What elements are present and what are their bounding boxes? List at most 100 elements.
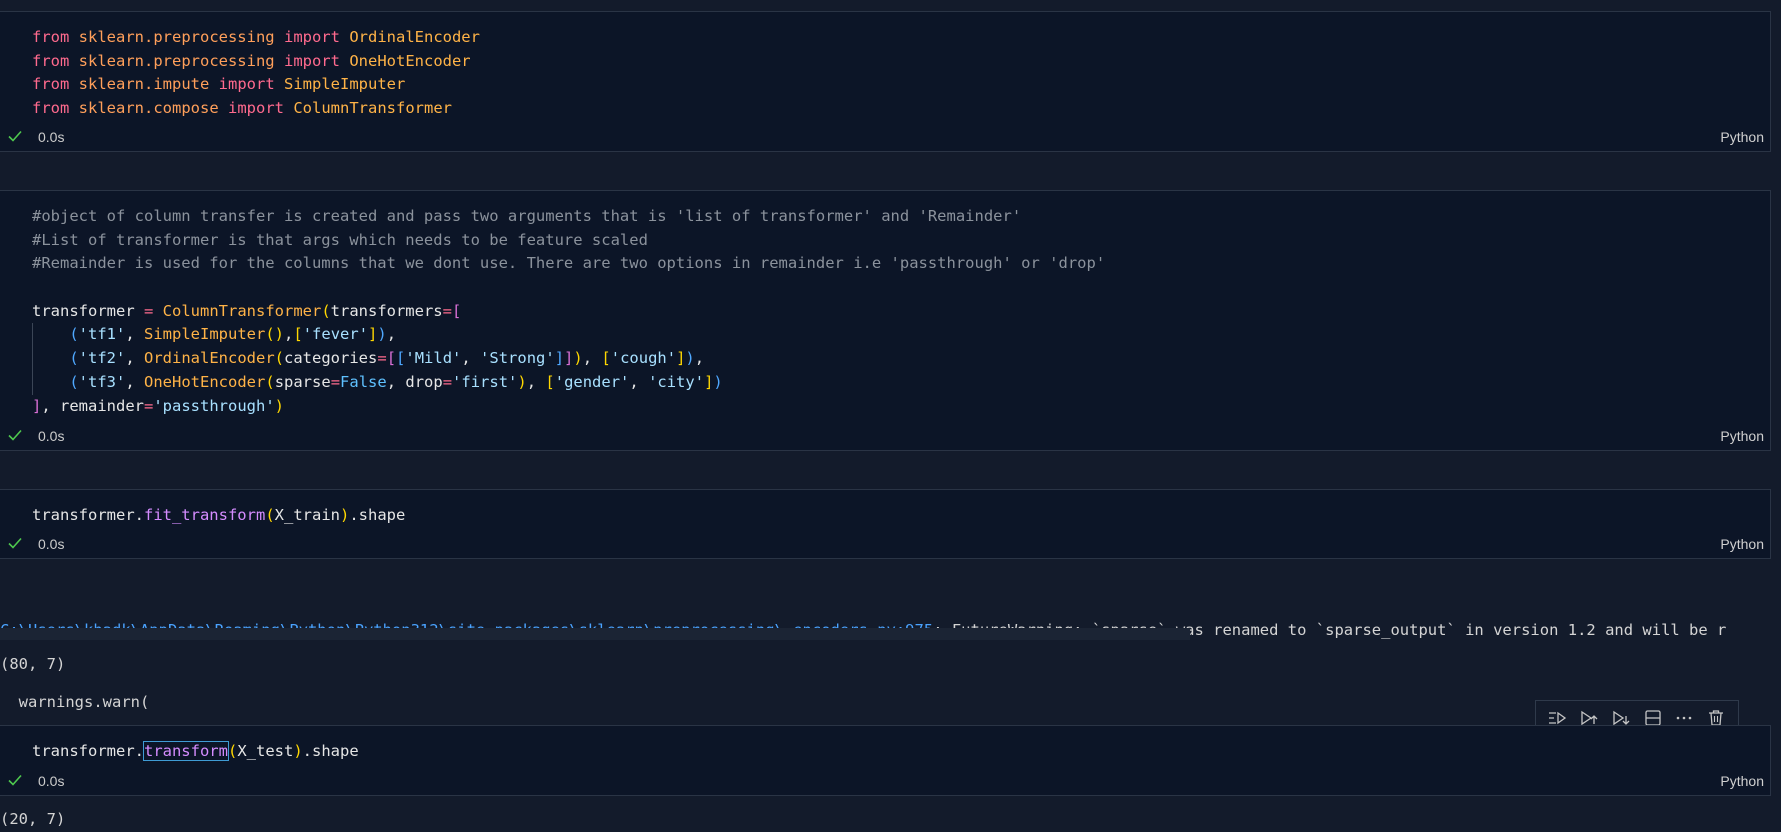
code-token: , remainder xyxy=(41,396,144,415)
code-token: transformers xyxy=(330,301,443,320)
code-token: = xyxy=(442,372,453,391)
code-token: [ xyxy=(396,349,406,368)
language-label[interactable]: Python xyxy=(1720,129,1764,145)
code-token: ( xyxy=(265,372,275,391)
execution-time: 0.0s xyxy=(38,773,65,789)
code-token: ] xyxy=(564,349,574,368)
code-cell-3[interactable]: transformer.fit_transform(X_train).shape… xyxy=(0,489,1771,559)
indent-guide xyxy=(32,347,33,371)
code-token: ) xyxy=(573,349,583,368)
code-token: ] xyxy=(32,396,42,415)
code-token: , xyxy=(125,372,145,391)
code-token: ] xyxy=(704,372,714,391)
code-token: [ xyxy=(451,301,462,320)
code-line[interactable] xyxy=(32,276,1770,300)
code-line[interactable]: from sklearn.compose import ColumnTransf… xyxy=(32,97,1770,121)
code-token: = xyxy=(143,301,154,320)
code-token: ] xyxy=(368,325,378,344)
code-token: ) xyxy=(377,325,387,344)
cell-status-bar: 0.0s Python xyxy=(0,422,1770,450)
code-line[interactable]: transformer.fit_transform(X_train).shape xyxy=(32,504,1770,528)
code-token: fit_transform xyxy=(143,506,266,524)
code-line[interactable]: #Remainder is used for the columns that … xyxy=(32,252,1770,276)
code-token: 'cough' xyxy=(610,349,677,368)
code-token: .shape xyxy=(349,506,406,524)
code-line[interactable]: ('tf1', SimpleImputer(),['fever']), xyxy=(32,323,1770,348)
code-line[interactable]: ('tf3', OneHotEncoder(sparse=False, drop… xyxy=(32,370,1770,395)
code-token: categories xyxy=(284,349,378,368)
execution-time: 0.0s xyxy=(38,428,65,444)
code-cell-2[interactable]: #object of column transfer is created an… xyxy=(0,190,1771,451)
code-token: SimpleImputer xyxy=(144,325,266,344)
cell-editor[interactable]: transformer.transform(X_test).shape xyxy=(0,740,1770,764)
code-token: ] xyxy=(554,349,565,368)
code-token: , xyxy=(526,372,546,391)
code-token: 'tf1' xyxy=(78,325,126,344)
code-token: 'city' xyxy=(648,372,705,391)
code-line[interactable]: transformer = ColumnTransformer(transfor… xyxy=(32,300,1770,324)
code-line[interactable]: ], remainder='passthrough') xyxy=(32,395,1770,419)
indent-guide xyxy=(32,370,33,395)
code-token: = xyxy=(442,301,452,320)
language-label[interactable]: Python xyxy=(1720,536,1764,552)
code-line[interactable]: from sklearn.preprocessing import Ordina… xyxy=(32,26,1770,50)
output-horizontal-scrollbar[interactable] xyxy=(0,628,1190,640)
code-line[interactable]: transformer.transform(X_test).shape xyxy=(32,740,1770,764)
code-token: , xyxy=(125,325,145,344)
code-token: OneHotEncoder xyxy=(144,372,266,391)
code-token: sparse xyxy=(274,372,331,391)
code-line[interactable]: #List of transformer is that args which … xyxy=(32,229,1770,253)
code-token: , xyxy=(694,349,705,368)
code-token: , xyxy=(629,372,649,391)
code-token: from xyxy=(32,75,70,94)
language-label[interactable]: Python xyxy=(1720,773,1764,789)
code-token: 'gender' xyxy=(554,372,630,391)
code-token: ) xyxy=(713,372,723,391)
code-token: transformer xyxy=(32,301,144,320)
code-token: , xyxy=(461,349,481,368)
code-token: ( xyxy=(227,742,238,760)
code-token: [ xyxy=(386,349,397,368)
code-token: ) xyxy=(517,372,527,391)
code-token: X_test xyxy=(237,742,294,760)
success-check-icon xyxy=(8,429,22,441)
code-token: OneHotEncoder xyxy=(349,51,471,70)
code-token: transform xyxy=(142,741,229,761)
language-label[interactable]: Python xyxy=(1720,428,1764,444)
code-token: [ xyxy=(601,349,611,368)
cell-editor[interactable]: from sklearn.preprocessing import Ordina… xyxy=(0,26,1770,121)
code-token: ( xyxy=(69,372,79,391)
code-token: from xyxy=(32,99,70,118)
code-cell-1[interactable]: from sklearn.preprocessing import Ordina… xyxy=(0,11,1771,152)
code-line[interactable]: from sklearn.impute import SimpleImputer xyxy=(32,73,1770,97)
code-token: from xyxy=(32,51,70,70)
code-token: sklearn.preprocessing xyxy=(78,51,275,70)
code-token: #Remainder is used for the columns that … xyxy=(32,254,1106,273)
code-token: import xyxy=(228,99,284,118)
code-token: [ xyxy=(545,372,555,391)
code-line[interactable]: #object of column transfer is created an… xyxy=(32,205,1770,229)
code-token: ( xyxy=(69,325,79,344)
code-token: sklearn.compose xyxy=(78,99,219,118)
code-token: #object of column transfer is created an… xyxy=(32,207,1022,225)
cell-editor[interactable]: #object of column transfer is created an… xyxy=(0,205,1770,418)
code-token: .shape xyxy=(302,742,359,760)
cell-status-bar: 0.0s Python xyxy=(0,123,1770,151)
code-token: ) xyxy=(339,506,350,524)
code-token: 'passthrough' xyxy=(153,396,275,415)
code-cell-4[interactable]: transformer.transform(X_test).shape 0.0s… xyxy=(0,725,1771,796)
code-token: OrdinalEncoder xyxy=(349,28,480,46)
code-token: False xyxy=(340,372,387,391)
code-line[interactable]: ('tf2', OrdinalEncoder(categories=[['Mil… xyxy=(32,347,1770,371)
cell-editor[interactable]: transformer.fit_transform(X_train).shape xyxy=(0,504,1770,528)
cell-status-bar: 0.0s Python xyxy=(0,530,1770,558)
code-line[interactable]: from sklearn.preprocessing import OneHot… xyxy=(32,50,1770,74)
cell-3-result: (80, 7) xyxy=(0,655,66,673)
code-token: #List of transformer is that args which … xyxy=(32,230,648,249)
